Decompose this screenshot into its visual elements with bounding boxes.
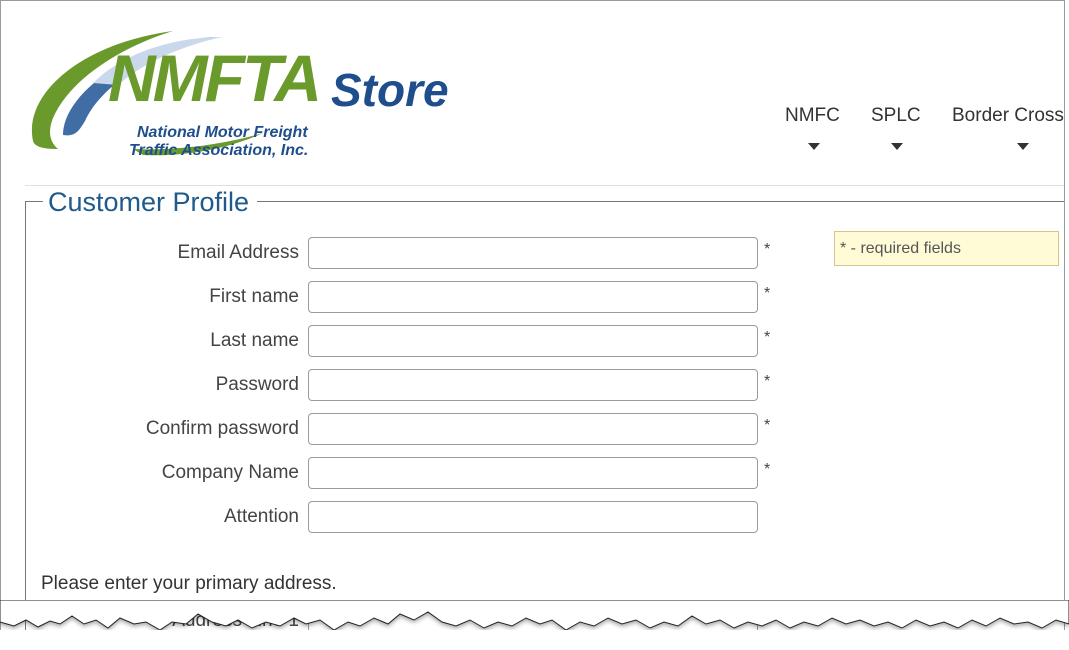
nav-item-nmfc[interactable]: NMFC (785, 105, 840, 150)
attention-label: Attention (224, 506, 299, 527)
required-marker: * (764, 329, 771, 346)
nav-item-splc[interactable]: SPLC (871, 105, 921, 150)
nav-item-label: SPLC (871, 105, 921, 126)
required-fields-note: * - required fields (834, 231, 1059, 266)
company-name-label: Company Name (161, 462, 299, 483)
attention-field[interactable] (308, 501, 758, 533)
required-marker: * (764, 241, 771, 258)
last-name-field[interactable] (308, 325, 758, 357)
last-name-label: Last name (210, 330, 299, 351)
confirm-password-field[interactable] (308, 413, 758, 445)
password-label: Password (215, 374, 299, 395)
password-field[interactable] (308, 369, 758, 401)
nav-item-label: Border Cross (952, 105, 1064, 126)
required-marker: * (764, 285, 771, 302)
required-marker: * (764, 461, 771, 478)
email-label: Email Address (177, 242, 299, 263)
header-divider (25, 185, 1064, 186)
first-name-label: First name (209, 286, 299, 307)
chevron-down-icon (808, 143, 820, 150)
nav-item-label: NMFC (785, 105, 840, 126)
confirm-password-label: Confirm password (145, 418, 299, 439)
required-marker: * (764, 417, 771, 434)
company-name-field[interactable] (308, 457, 758, 489)
address-instructions: Please enter your primary address. (41, 573, 337, 594)
form-row-email: Email Address * (1, 237, 801, 269)
torn-edge-decoration (0, 600, 1069, 650)
logo-main-text: NMFTA (108, 41, 322, 115)
nav-item-border-cross[interactable]: Border Cross (952, 105, 1064, 150)
form-row-last-name: Last name * (1, 325, 801, 357)
form-row-confirm-password: Confirm password * (1, 413, 801, 445)
first-name-field[interactable] (308, 281, 758, 313)
form-row-attention: Attention (1, 501, 801, 533)
form-title: Customer Profile (43, 187, 258, 218)
chevron-down-icon (1017, 143, 1029, 150)
form-row-password: Password * (1, 369, 801, 401)
chevron-down-icon (891, 143, 903, 150)
email-field[interactable] (308, 237, 758, 269)
page: NMFTA Store National Motor Freight Traff… (0, 0, 1065, 648)
main-nav: NMFC SPLC Border Cross (1, 105, 1064, 165)
form-row-company-name: Company Name * (1, 457, 801, 489)
required-marker: * (764, 373, 771, 390)
form-row-first-name: First name * (1, 281, 801, 313)
